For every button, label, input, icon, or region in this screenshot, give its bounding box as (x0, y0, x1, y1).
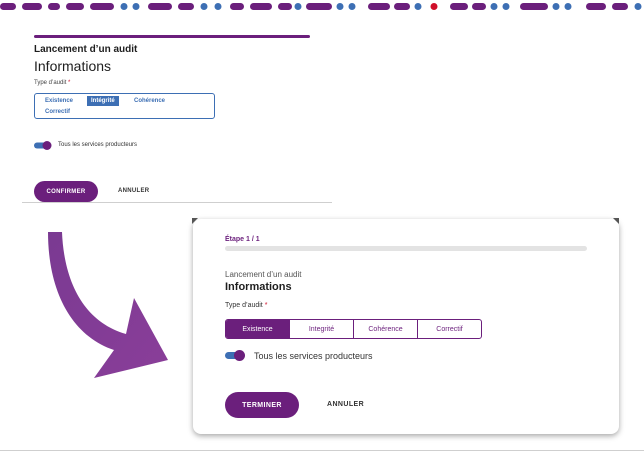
before-section-heading: Informations (34, 58, 112, 74)
after-section-heading: Informations (225, 281, 292, 293)
before-option-correctif[interactable]: Correctif (41, 107, 74, 117)
after-cancel-button[interactable]: ANNULER (327, 401, 364, 408)
after-audit-type-selector: Existence Integrité Cohérence Correctif (225, 319, 482, 339)
after-option-coherence[interactable]: Cohérence (354, 320, 418, 338)
before-option-coherence[interactable]: Cohérence (130, 96, 169, 106)
corner-marker (192, 218, 198, 224)
before-cancel-button[interactable]: ANNULER (118, 188, 149, 194)
after-form-subtitle: Lancement d’un audit (225, 270, 302, 279)
step-indicator: Étape 1 / 1 (225, 236, 260, 243)
before-toggle-switch[interactable] (34, 141, 52, 150)
bottom-divider (0, 450, 644, 451)
finish-button[interactable]: TERMINER (225, 392, 299, 418)
after-toggle-label: Tous les services producteurs (254, 351, 373, 361)
before-header-line (34, 35, 310, 38)
decorative-dash-band (0, 3, 642, 10)
required-marker: * (264, 302, 268, 309)
corner-marker (613, 218, 619, 224)
before-type-label: Type d’audit * (34, 80, 71, 86)
confirm-button[interactable]: CONFIRMER (34, 181, 98, 202)
before-option-existence[interactable]: Existence (41, 96, 77, 106)
after-type-label: Type d’audit * (225, 302, 268, 309)
after-option-integrite[interactable]: Integrité (290, 320, 354, 338)
before-audit-type-selector: Existence Intégrité Cohérence Correctif (34, 93, 215, 119)
step-progress-bar (225, 246, 587, 251)
transition-arrow-icon (48, 232, 168, 378)
before-form-title: Lancement d’un audit (34, 44, 138, 55)
before-toggle-label: Tous les services producteurs (58, 142, 138, 148)
required-marker: * (68, 80, 71, 86)
after-option-correctif[interactable]: Correctif (418, 320, 481, 338)
before-divider (22, 202, 332, 203)
after-toggle-switch[interactable] (225, 350, 245, 361)
before-option-integrite[interactable]: Intégrité (87, 96, 119, 106)
after-option-existence[interactable]: Existence (226, 320, 290, 338)
